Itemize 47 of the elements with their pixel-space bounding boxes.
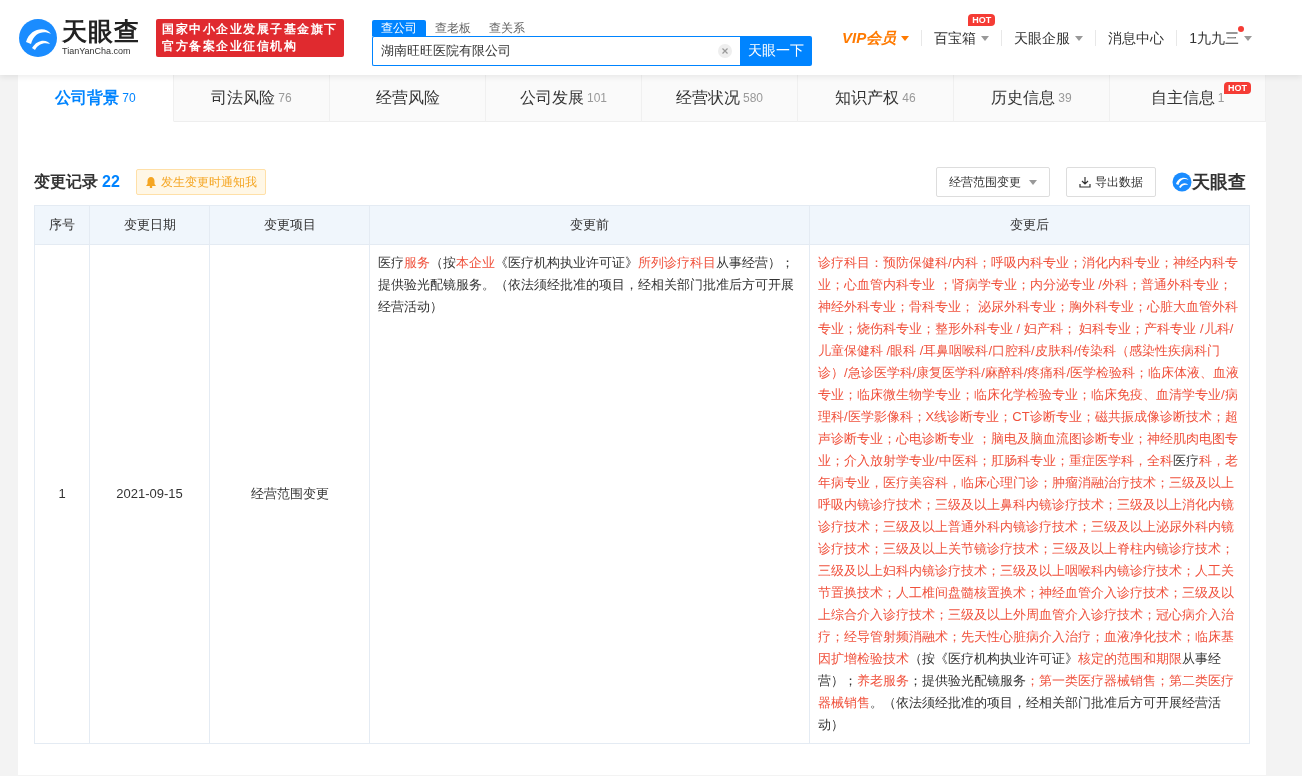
notification-dot xyxy=(1238,25,1244,32)
search-tab[interactable]: 查公司 xyxy=(371,19,426,36)
nav-tab[interactable]: 知识产权 46 xyxy=(798,75,954,122)
table-cell: 1 xyxy=(34,244,90,744)
column-header: 变更日期 xyxy=(89,205,210,245)
nav-tab[interactable]: 自主信息 1 HOT xyxy=(1110,75,1266,122)
table-cell: 医疗服务（按本企业《医疗机构执业许可证》所列诊疗科目从事经营）；提供验光配镜服务。（依法须经批准的项目，经相关部门批准后方可开展经营活动） xyxy=(369,244,810,744)
hot-badge: HOT xyxy=(1224,82,1251,94)
column-header: 变更项目 xyxy=(209,205,370,245)
caret-icon[interactable] xyxy=(1244,36,1252,42)
record-count: 22 xyxy=(102,172,120,192)
caret-icon xyxy=(1029,179,1037,185)
slogan-banner: 国家中小企业发展子基金旗下 官方备案企业征信机构 xyxy=(156,18,344,57)
export-button[interactable]: 导出数据 xyxy=(1066,167,1156,197)
bell-icon xyxy=(144,176,157,188)
nav-tab[interactable]: 经营状况 580 xyxy=(642,75,798,122)
table-cell: 经营范围变更 xyxy=(209,244,370,744)
search-button[interactable]: 天眼一下 xyxy=(739,35,812,66)
logo-text[interactable]: 天眼查 xyxy=(62,19,140,44)
column-header: 序号 xyxy=(34,205,90,245)
brand-name: 天眼查 xyxy=(1192,170,1246,194)
brand-logo-icon xyxy=(1172,172,1192,192)
nav-link[interactable]: 消息中心 xyxy=(1108,29,1165,46)
nav-tab[interactable]: 司法风险 76 xyxy=(174,75,330,122)
column-header: 变更前 xyxy=(369,205,810,245)
download-icon xyxy=(1079,176,1091,188)
nav-link[interactable]: 天眼企服 xyxy=(1014,29,1071,46)
section-title: 变更记录 xyxy=(34,172,98,192)
clear-icon[interactable] xyxy=(717,43,732,58)
caret-icon[interactable] xyxy=(1075,36,1084,42)
search-tab[interactable]: 查老板 xyxy=(425,19,480,36)
caret-icon[interactable] xyxy=(901,36,910,42)
nav-tab[interactable]: 历史信息 39 xyxy=(954,75,1110,122)
logo-domain: TianYanCha.com xyxy=(62,47,132,56)
logo-icon[interactable] xyxy=(18,17,58,58)
search-field[interactable]: 湖南旺旺医院有限公司 xyxy=(371,35,740,66)
user-menu[interactable]: 1九九三 xyxy=(1189,29,1239,46)
table-cell: 诊疗科目：预防保健科/内科；呼吸内科专业；消化内科专业；神经内科专业；心血管内科专业 ；肾病学专业；内分泌专业 /外科；普通外科专业；神经外科专业；骨科专业； 泌尿外科专业；胸外科专业；心脏大血管外科专业；烧伤科专业；整形外科专业 / 妇产科； 妇科专业；产科专业 /儿科/儿童保健科 /眼科 /耳鼻咽喉科/口腔科/皮肤科/传染科（感染性疾病科门诊）/急诊医学科/康复医学科/麻醉科/疼痛科/医学检验科；临床体液、血液专业；临床微生物学专业；临床化学检验专业；临床免疫、血清学专业/病理科/医学影像科；X线诊断专业；CT诊断专业；磁共振成像诊断技术；超声诊断专业；心电诊断专业 ；脑电及脑血流图诊断专业；神经肌肉电图专业；介入放射学专业/中医科；肛肠科专业；重症医学科，全科医疗科，老年病专业，医疗美容科，临床心理门诊；肿瘤消融治疗技术；三级及以上呼吸内镜诊疗技术；三级及以上鼻科内镜诊疗技术；三级及以上消化内镜诊疗技术；三级及以上普通外科内镜诊疗技术；三级及以上泌尿外科内镜诊疗技术；三级及以上关节镜诊疗技术；三级及以上脊柱内镜诊疗技术；三级及以上妇科内镜诊疗技术；三级及以上咽喉科内镜诊疗技术；人工关节置换技术；人工椎间盘髓核置换术；神经血管介入诊疗技术；三级及以上综合介入诊疗技术；三级及以上外周血管介入诊疗技术；冠心病介入治疗；经导管射频消融术；先天性心脏病介入治疗；血液净化技术；临床基因扩增检验技术（按《医疗机构执业许可证》核定的范围和期限从事经营）；养老服务；提供验光配镜服务；第一类医疗器械销售；第二类医疗器械销售。（依法须经批准的项目，经相关部门批准后方可开展经营活动） xyxy=(809,244,1250,744)
nav-tab[interactable]: 经营风险 xyxy=(330,75,486,122)
nav-link[interactable]: 百宝箱 xyxy=(934,29,977,46)
table-cell: 2021-09-15 xyxy=(89,244,210,744)
caret-icon[interactable] xyxy=(981,36,990,42)
filter-dropdown[interactable]: 经营范围变更 xyxy=(936,167,1050,197)
hot-badge: HOT xyxy=(968,13,996,26)
nav-tab[interactable]: 公司发展 101 xyxy=(486,75,642,122)
search-tab[interactable]: 查关系 xyxy=(479,19,534,36)
column-header: 变更后 xyxy=(809,205,1250,245)
